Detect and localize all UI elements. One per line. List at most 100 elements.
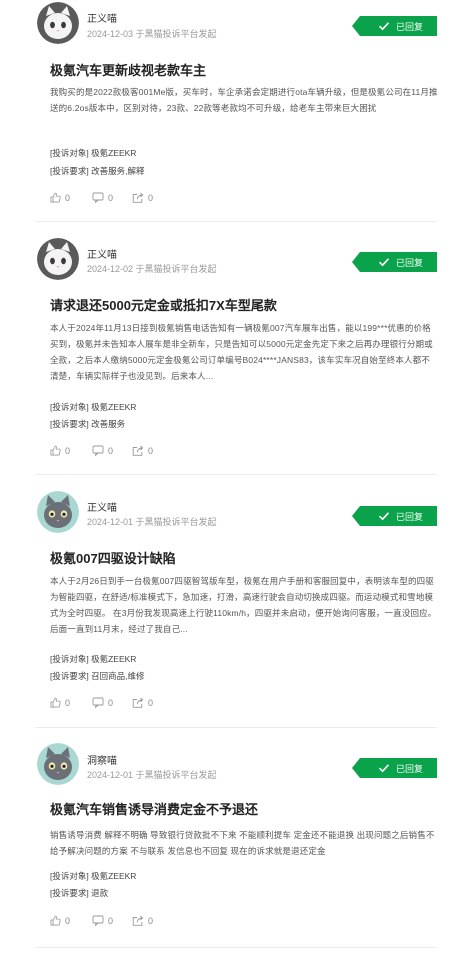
- complaint-demand: [投诉要求] 退款: [50, 887, 108, 899]
- share-icon: [132, 915, 144, 926]
- post-meta: 2024-12-01 于黑猫投诉平台发起: [87, 517, 217, 527]
- comment-button[interactable]: 0: [92, 192, 113, 203]
- share-icon: [132, 445, 144, 456]
- divider: [35, 727, 437, 728]
- action-bar: 0 0 0: [50, 697, 250, 711]
- gray-cat-avatar-icon: [37, 743, 79, 785]
- comment-icon: [92, 445, 104, 456]
- share-count: 0: [148, 192, 154, 203]
- status-text: 已回复: [396, 511, 424, 522]
- share-button[interactable]: 0: [132, 445, 153, 456]
- check-icon: [378, 512, 390, 521]
- gray-cat-avatar-icon: [37, 491, 79, 533]
- complaint-demand: [投诉要求] 改善服务: [50, 418, 125, 430]
- post-meta: 2024-12-03 于黑猫投诉平台发起: [87, 29, 217, 39]
- demand-label: [投诉要求]: [50, 419, 89, 429]
- demand-value: 改善服务: [91, 419, 126, 429]
- status-badge: 已回复: [352, 758, 437, 778]
- complaint-target: [投诉对象] 极氪ZEEKR: [50, 401, 136, 413]
- share-icon: [132, 697, 144, 708]
- author-name[interactable]: 洞察喵: [87, 752, 117, 767]
- like-count: 0: [65, 445, 71, 456]
- demand-label: [投诉要求]: [50, 888, 89, 898]
- author-name[interactable]: 正义喵: [87, 499, 117, 514]
- demand-label: [投诉要求]: [50, 166, 89, 176]
- complaint-card[interactable]: 正义喵 2024-12-02 于黑猫投诉平台发起 已回复 请求退还5000元定金…: [0, 230, 469, 475]
- complaint-content[interactable]: 销售诱导消费 解释不明确 导致银行贷款批不下来 不能顺利提车 定金还不能退换 出…: [50, 827, 438, 859]
- share-button[interactable]: 0: [132, 915, 153, 926]
- divider: [35, 947, 437, 948]
- divider: [35, 221, 437, 222]
- action-bar: 0 0 0: [50, 915, 250, 929]
- complaint-card[interactable]: 洞察喵 2024-12-01 于黑猫投诉平台发起 已回复 极氪汽车销售诱导消费定…: [0, 735, 469, 950]
- like-button[interactable]: 0: [50, 192, 70, 203]
- comment-button[interactable]: 0: [92, 697, 113, 708]
- target-value[interactable]: 极氪ZEEKR: [91, 871, 136, 881]
- check-icon: [378, 764, 390, 773]
- complaint-target: [投诉对象] 极氪ZEEKR: [50, 147, 136, 159]
- like-icon: [50, 192, 61, 203]
- complaint-title[interactable]: 极氪汽车销售诱导消费定金不予退还: [50, 799, 258, 818]
- action-bar: 0 0 0: [50, 445, 250, 459]
- complaint-title[interactable]: 请求退还5000元定金或抵扣7X车型尾款: [50, 295, 277, 314]
- like-count: 0: [65, 915, 71, 926]
- comment-count: 0: [108, 915, 114, 926]
- avatar[interactable]: [37, 238, 79, 280]
- complaint-card[interactable]: 正义喵 2024-12-01 于黑猫投诉平台发起 已回复 极氪007四驱设计缺陷…: [0, 482, 469, 727]
- complaint-card[interactable]: 正义喵 2024-12-03 于黑猫投诉平台发起 已回复 极氪汽车更新歧视老款车…: [0, 0, 469, 222]
- comment-count: 0: [108, 697, 114, 708]
- demand-value: 改善服务,解释: [91, 166, 145, 176]
- complaint-title[interactable]: 极氪007四驱设计缺陷: [50, 548, 176, 567]
- share-icon: [132, 192, 144, 203]
- share-count: 0: [148, 445, 154, 456]
- comment-button[interactable]: 0: [92, 915, 113, 926]
- status-text: 已回复: [396, 257, 424, 268]
- target-value[interactable]: 极氪ZEEKR: [91, 402, 136, 412]
- white-cat-avatar-icon: [37, 2, 79, 44]
- target-label: [投诉对象]: [50, 871, 89, 881]
- share-button[interactable]: 0: [132, 697, 153, 708]
- target-value[interactable]: 极氪ZEEKR: [91, 148, 136, 158]
- avatar[interactable]: [37, 2, 79, 44]
- share-button[interactable]: 0: [132, 192, 153, 203]
- target-label: [投诉对象]: [50, 402, 89, 412]
- complaint-content[interactable]: 本人于2024年11月13日接到极氪销售电话告知有一辆极氪007汽车展车出售，能…: [50, 320, 438, 384]
- like-button[interactable]: 0: [50, 697, 70, 708]
- complaint-content[interactable]: 本人于2月26日到手一台极氪007四驱智驾版车型，极氪在用户手册和客服回复中，表…: [50, 573, 438, 637]
- complaint-title[interactable]: 极氪汽车更新歧视老款车主: [50, 60, 206, 79]
- like-button[interactable]: 0: [50, 915, 70, 926]
- author-name[interactable]: 正义喵: [87, 10, 117, 25]
- share-count: 0: [148, 697, 154, 708]
- status-text: 已回复: [396, 21, 424, 32]
- post-meta: 2024-12-01 于黑猫投诉平台发起: [87, 770, 217, 780]
- like-icon: [50, 697, 61, 708]
- complaint-content[interactable]: 我购买的是2022款极客001Me版，买车时，车企承诺会定期进行ota车辆升级，…: [50, 84, 438, 116]
- like-icon: [50, 445, 61, 456]
- comment-icon: [92, 915, 104, 926]
- complaint-target: [投诉对象] 极氪ZEEKR: [50, 653, 136, 665]
- like-button[interactable]: 0: [50, 445, 70, 456]
- status-badge: 已回复: [352, 16, 437, 36]
- complaint-demand: [投诉要求] 召回商品,维修: [50, 670, 144, 682]
- comment-button[interactable]: 0: [92, 445, 113, 456]
- comment-icon: [92, 192, 104, 203]
- comment-count: 0: [108, 445, 114, 456]
- target-label: [投诉对象]: [50, 148, 89, 158]
- white-cat-avatar-icon: [37, 238, 79, 280]
- status-badge: 已回复: [352, 252, 437, 272]
- status-text: 已回复: [396, 763, 424, 774]
- avatar[interactable]: [37, 743, 79, 785]
- author-name[interactable]: 正义喵: [87, 246, 117, 261]
- comment-icon: [92, 697, 104, 708]
- demand-value: 退款: [91, 888, 109, 898]
- demand-label: [投诉要求]: [50, 671, 89, 681]
- avatar[interactable]: [37, 491, 79, 533]
- complaint-demand: [投诉要求] 改善服务,解释: [50, 165, 144, 177]
- target-value[interactable]: 极氪ZEEKR: [91, 654, 136, 664]
- status-badge: 已回复: [352, 506, 437, 526]
- demand-value: 召回商品,维修: [91, 671, 145, 681]
- post-meta: 2024-12-02 于黑猫投诉平台发起: [87, 264, 217, 274]
- like-icon: [50, 915, 61, 926]
- like-count: 0: [65, 697, 71, 708]
- share-count: 0: [148, 915, 154, 926]
